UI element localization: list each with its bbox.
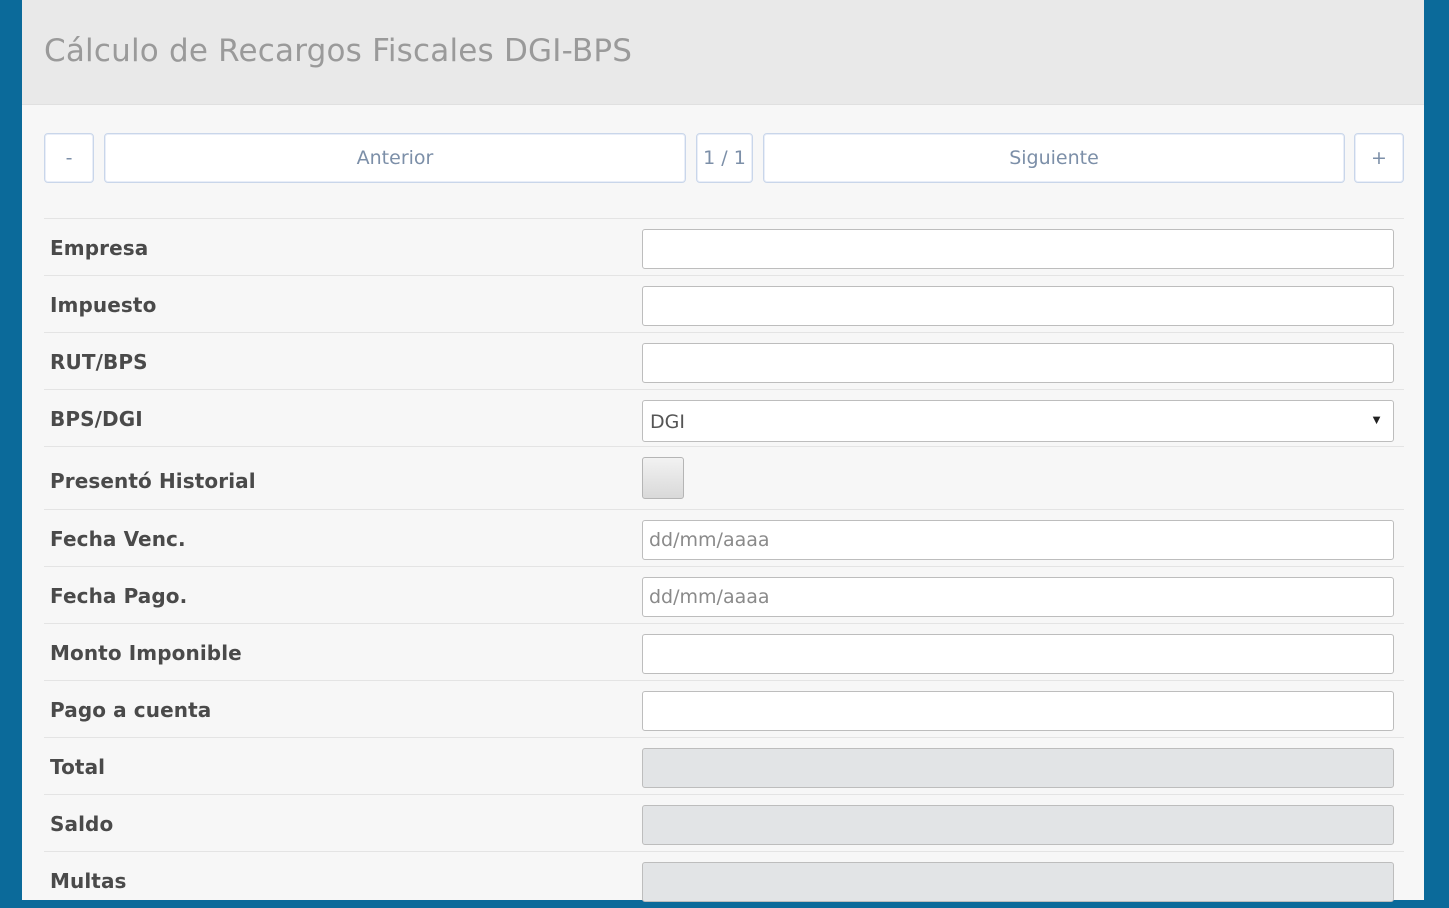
bps-dgi-label: BPS/DGI	[50, 407, 143, 431]
fecha-pago-label: Fecha Pago.	[50, 584, 188, 608]
form-row-fecha-pago: Fecha Pago.	[44, 566, 1404, 623]
fecha-venc-input[interactable]	[642, 520, 1394, 560]
calculator-panel: Cálculo de Recargos Fiscales DGI-BPS - A…	[22, 0, 1424, 902]
empresa-label: Empresa	[50, 236, 149, 260]
form-row-impuesto: Impuesto	[44, 275, 1404, 332]
saldo-output	[642, 805, 1394, 845]
previous-button[interactable]: Anterior	[104, 133, 686, 183]
form-row-multas: Multas	[44, 851, 1404, 908]
surcharge-form: Empresa Impuesto RUT/BPS BPS/DGI DGI ▼ P…	[44, 218, 1404, 908]
add-record-button[interactable]: +	[1354, 133, 1404, 183]
impuesto-input[interactable]	[642, 286, 1394, 326]
presento-historial-checkbox[interactable]	[642, 457, 684, 499]
page-indicator: 1 / 1	[696, 133, 753, 183]
monto-imponible-label: Monto Imponible	[50, 641, 242, 665]
multas-label: Multas	[50, 869, 127, 893]
page-title: Cálculo de Recargos Fiscales DGI-BPS	[44, 33, 633, 69]
remove-record-button[interactable]: -	[44, 133, 94, 183]
presento-historial-label: Presentó Historial	[50, 469, 256, 493]
form-row-monto-imponible: Monto Imponible	[44, 623, 1404, 680]
form-row-presento-historial: Presentó Historial	[44, 446, 1404, 509]
rut-bps-input[interactable]	[642, 343, 1394, 383]
pago-a-cuenta-label: Pago a cuenta	[50, 698, 212, 722]
form-row-saldo: Saldo	[44, 794, 1404, 851]
next-button[interactable]: Siguiente	[763, 133, 1345, 183]
monto-imponible-input[interactable]	[642, 634, 1394, 674]
form-row-pago-a-cuenta: Pago a cuenta	[44, 680, 1404, 737]
empresa-input[interactable]	[642, 229, 1394, 269]
form-row-fecha-venc: Fecha Venc.	[44, 509, 1404, 566]
form-row-rut-bps: RUT/BPS	[44, 332, 1404, 389]
form-row-bps-dgi: BPS/DGI DGI ▼	[44, 389, 1404, 446]
bps-dgi-select[interactable]: DGI ▼	[642, 400, 1394, 442]
chevron-down-icon: ▼	[1370, 412, 1383, 427]
pago-a-cuenta-input[interactable]	[642, 691, 1394, 731]
multas-output	[642, 862, 1394, 902]
page-header: Cálculo de Recargos Fiscales DGI-BPS	[22, 0, 1424, 105]
impuesto-label: Impuesto	[50, 293, 157, 317]
saldo-label: Saldo	[50, 812, 114, 836]
total-output	[642, 748, 1394, 788]
rut-bps-label: RUT/BPS	[50, 350, 148, 374]
record-pager: - Anterior 1 / 1 Siguiente +	[22, 133, 1424, 183]
form-row-empresa: Empresa	[44, 218, 1404, 275]
total-label: Total	[50, 755, 106, 779]
fecha-venc-label: Fecha Venc.	[50, 527, 186, 551]
form-row-total: Total	[44, 737, 1404, 794]
bps-dgi-selected-value: DGI	[650, 411, 685, 433]
fecha-pago-input[interactable]	[642, 577, 1394, 617]
